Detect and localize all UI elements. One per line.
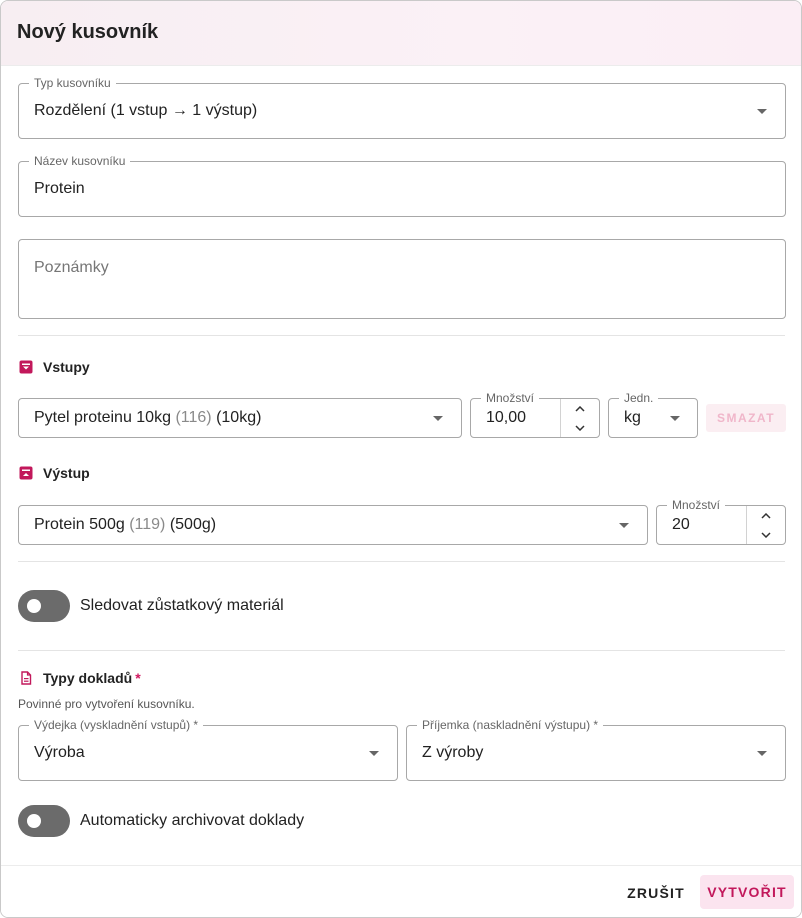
inputs-heading: Vstupy <box>19 359 90 375</box>
inputs-heading-text: Vstupy <box>43 359 90 375</box>
dialog-title: Nový kusovník <box>17 21 159 43</box>
dialog-header: Nový kusovník <box>1 1 801 66</box>
bom-name-value: Protein <box>34 180 85 197</box>
output-product-name: Protein 500g <box>34 516 125 533</box>
decrement-button[interactable] <box>747 525 785 544</box>
divider <box>18 650 785 651</box>
issue-doc-value: Výroba <box>34 744 85 761</box>
notes-textarea[interactable]: Poznámky <box>18 239 786 319</box>
output-product-pack: (500g) <box>169 516 217 533</box>
divider <box>18 561 785 562</box>
input-product-pack: (10kg) <box>216 409 262 426</box>
chevron-up-icon <box>575 405 585 412</box>
chevron-up-icon <box>761 512 771 519</box>
auto-archive-toggle[interactable] <box>18 805 70 837</box>
bom-type-value: Rozdělení (1 vstup → 1 výstup) <box>34 102 258 119</box>
create-button[interactable]: VYTVOŘIT <box>700 875 794 909</box>
chevron-down-icon <box>761 531 771 538</box>
chevron-down-icon <box>757 109 767 114</box>
output-quantity-value: 20 <box>672 516 690 533</box>
input-quantity-value: 10,00 <box>486 409 527 426</box>
input-unit-value: kg <box>624 409 641 426</box>
output-quantity-label: Množství <box>667 498 726 512</box>
increment-button[interactable] <box>747 506 785 525</box>
output-product-code: (119) <box>129 516 166 533</box>
chevron-down-icon <box>619 523 629 528</box>
doc-types-heading-text: Typy dokladů <box>43 670 133 686</box>
chevron-down-icon <box>369 751 379 756</box>
track-remainder-label: Sledovat zůstatkový materiál <box>80 597 284 614</box>
box-icon <box>19 360 33 374</box>
input-unit-select[interactable]: Jedn. kg <box>608 391 698 438</box>
chevron-down-icon <box>433 416 443 421</box>
cancel-button[interactable]: ZRUŠIT <box>621 876 691 910</box>
input-quantity-label: Množství <box>481 391 540 405</box>
toggle-knob <box>27 599 41 613</box>
toggle-knob <box>27 814 41 828</box>
track-remainder-toggle[interactable] <box>18 590 70 622</box>
doc-types-hint: Povinné pro vytvoření kusovníku. <box>18 697 195 711</box>
notes-placeholder: Poznámky <box>34 259 109 276</box>
receipt-doc-label: Příjemka (naskladnění výstupu) * <box>417 718 604 732</box>
document-icon <box>19 671 33 685</box>
decrement-button[interactable] <box>561 418 599 437</box>
issue-doc-select[interactable]: Výdejka (vyskladnění vstupů) * Výroba <box>18 718 398 781</box>
box-icon <box>19 466 33 480</box>
receipt-doc-select[interactable]: Příjemka (naskladnění výstupu) * Z výrob… <box>406 718 786 781</box>
issue-doc-label: Výdejka (vyskladnění vstupů) * <box>29 718 204 732</box>
divider <box>18 335 785 336</box>
input-product-name: Pytel proteinu 10kg <box>34 409 171 426</box>
chevron-down-icon <box>757 751 767 756</box>
output-product-select[interactable]: Protein 500g (119) (500g) <box>18 505 648 545</box>
new-bom-dialog: Nový kusovník Typ kusovníku Rozdělení (1… <box>0 0 802 918</box>
input-quantity-field[interactable]: Množství 10,00 <box>470 391 600 438</box>
bom-name-input[interactable]: Název kusovníku Protein <box>18 154 786 217</box>
bom-name-label: Název kusovníku <box>29 154 131 168</box>
output-quantity-stepper <box>746 506 785 544</box>
input-product-value: Pytel proteinu 10kg (116) (10kg) <box>34 409 261 427</box>
increment-button[interactable] <box>561 399 599 418</box>
chevron-down-icon <box>670 416 680 421</box>
output-product-value: Protein 500g (119) (500g) <box>34 516 216 534</box>
receipt-doc-value: Z výroby <box>422 744 484 761</box>
output-heading: Výstup <box>19 465 90 481</box>
dialog-footer: ZRUŠIT VYTVOŘIT <box>1 865 801 917</box>
input-unit-label: Jedn. <box>619 391 659 405</box>
auto-archive-label: Automaticky archivovat doklady <box>80 812 305 829</box>
output-heading-text: Výstup <box>43 465 90 481</box>
input-product-code: (116) <box>175 409 212 426</box>
doc-types-heading: Typy dokladů * <box>19 670 141 686</box>
bom-type-select[interactable]: Typ kusovníku Rozdělení (1 vstup → 1 výs… <box>18 76 786 139</box>
bom-type-label: Typ kusovníku <box>29 76 116 90</box>
input-quantity-stepper <box>560 399 599 437</box>
input-product-select[interactable]: Pytel proteinu 10kg (116) (10kg) <box>18 398 462 438</box>
delete-input-button[interactable]: SMAZAT <box>706 404 786 432</box>
required-mark: * <box>135 670 141 686</box>
chevron-down-icon <box>575 424 585 431</box>
output-quantity-field[interactable]: Množství 20 <box>656 498 786 545</box>
